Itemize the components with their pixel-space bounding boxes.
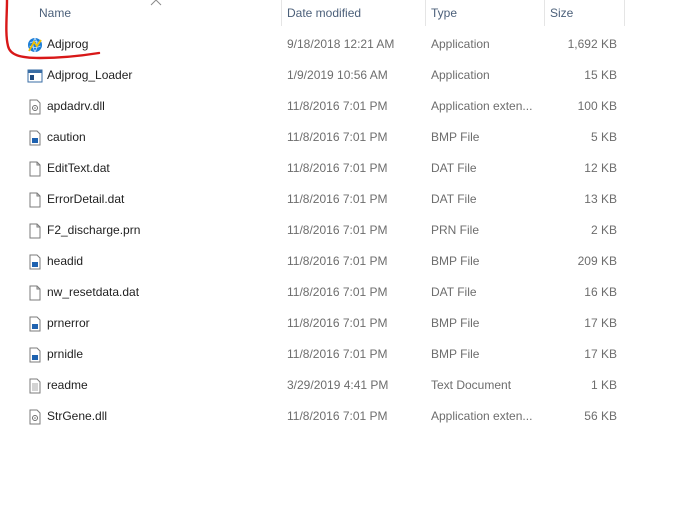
file-type: Application exten... [431, 99, 533, 113]
column-header-bar: Name Date modified Type Size [0, 0, 684, 26]
file-size: 100 KB [577, 99, 617, 113]
file-name: prnerror [47, 316, 90, 330]
file-type: Text Document [431, 378, 512, 392]
file-row[interactable]: StrGene.dll 11/8/2016 7:01 PM Application … [0, 401, 640, 432]
file-row[interactable]: Adjprog 9/18/2018 12:21 AM Application 1,69… [0, 29, 640, 60]
file-name: caution [47, 130, 86, 144]
file-date-modified: 3/29/2019 4:41 PM [287, 378, 389, 392]
file-date-modified: 11/8/2016 7:01 PM [287, 409, 388, 423]
file-size: 5 KB [590, 130, 617, 144]
file-type: DAT File [431, 192, 477, 206]
file-name: nw_resetdata.dat [47, 285, 140, 299]
file-date-modified: 11/8/2016 7:01 PM [287, 99, 388, 113]
file-date-modified: 11/8/2016 7:01 PM [287, 285, 388, 299]
file-name: prnidle [47, 347, 84, 361]
file-date-modified: 9/18/2018 12:21 AM [287, 37, 395, 51]
file-row[interactable]: F2_discharge.prn 11/8/2016 7:01 PM PRN Fil… [0, 215, 640, 246]
file-row[interactable]: prnidle 11/8/2016 7:01 PM BMP File 17 KB [0, 339, 640, 370]
blank-file-icon [29, 192, 41, 208]
file-name: Adjprog_Loader [47, 68, 133, 82]
file-row[interactable]: apdadrv.dll 11/8/2016 7:01 PM Application … [0, 91, 640, 122]
file-date-modified: 11/8/2016 7:01 PM [287, 192, 388, 206]
file-name: ErrorDetail.dat [47, 192, 125, 206]
file-row[interactable]: nw_resetdata.dat 11/8/2016 7:01 PM DAT Fil… [0, 277, 640, 308]
file-name: readme [47, 378, 88, 392]
file-size: 12 KB [584, 161, 617, 175]
file-date-modified: 11/8/2016 7:01 PM [287, 161, 388, 175]
file-type: PRN File [431, 223, 480, 237]
file-type: BMP File [431, 130, 480, 144]
file-name: apdadrv.dll [47, 99, 105, 113]
file-row[interactable]: headid 11/8/2016 7:01 PM BMP File 209 KB [0, 246, 640, 277]
file-row[interactable]: caution 11/8/2016 7:01 PM BMP File 5 KB [0, 122, 640, 153]
column-header-type[interactable]: Type [425, 0, 544, 26]
text-file-icon [29, 378, 41, 394]
dll-file-icon [29, 99, 41, 115]
blank-file-icon [29, 161, 41, 177]
file-size: 56 KB [584, 409, 617, 423]
app-globe-icon [28, 37, 42, 53]
file-size: 15 KB [584, 68, 617, 82]
file-name: StrGene.dll [47, 409, 108, 423]
file-name: headid [47, 254, 84, 268]
file-size: 1 KB [590, 378, 617, 392]
file-date-modified: 1/9/2019 10:56 AM [287, 68, 388, 82]
file-name: Adjprog [47, 37, 89, 51]
file-row[interactable]: ErrorDetail.dat 11/8/2016 7:01 PM DAT File… [0, 184, 640, 215]
app-window-icon [27, 69, 43, 83]
blank-file-icon [29, 223, 41, 239]
column-divider[interactable] [624, 0, 625, 26]
column-header-size[interactable]: Size [544, 0, 624, 26]
bmp-file-icon [29, 130, 41, 146]
bmp-file-icon [29, 347, 41, 363]
file-name: F2_discharge.prn [47, 223, 141, 237]
file-name: EditText.dat [47, 161, 110, 175]
file-date-modified: 11/8/2016 7:01 PM [287, 316, 388, 330]
file-size: 16 KB [584, 285, 617, 299]
file-size: 209 KB [577, 254, 617, 268]
file-size: 17 KB [584, 347, 617, 361]
file-type: DAT File [431, 285, 477, 299]
bmp-file-icon [29, 254, 41, 270]
file-type: Application [431, 68, 490, 82]
file-size: 1,692 KB [567, 37, 617, 51]
file-size: 13 KB [584, 192, 617, 206]
sort-ascending-icon [150, 0, 162, 6]
file-date-modified: 11/8/2016 7:01 PM [287, 130, 388, 144]
file-type: Application [431, 37, 490, 51]
file-type: DAT File [431, 161, 477, 175]
column-header-date-modified[interactable]: Date modified [281, 0, 425, 26]
file-row[interactable]: Adjprog_Loader 1/9/2019 10:56 AM Applicati… [0, 60, 640, 91]
file-date-modified: 11/8/2016 7:01 PM [287, 347, 388, 361]
file-date-modified: 11/8/2016 7:01 PM [287, 223, 388, 237]
file-type: BMP File [431, 347, 480, 361]
file-row[interactable]: EditText.dat 11/8/2016 7:01 PM DAT File 12 … [0, 153, 640, 184]
file-date-modified: 11/8/2016 7:01 PM [287, 254, 388, 268]
bmp-file-icon [29, 316, 41, 332]
file-type: Application exten... [431, 409, 533, 423]
blank-file-icon [29, 285, 41, 301]
file-type: BMP File [431, 316, 480, 330]
file-row[interactable]: readme 3/29/2019 4:41 PM Text Document 1 KB [0, 370, 640, 401]
file-size: 17 KB [584, 316, 617, 330]
dll-file-icon [29, 409, 41, 425]
file-type: BMP File [431, 254, 480, 268]
file-size: 2 KB [590, 223, 617, 237]
file-row[interactable]: prnerror 11/8/2016 7:01 PM BMP File 17 KB [0, 308, 640, 339]
